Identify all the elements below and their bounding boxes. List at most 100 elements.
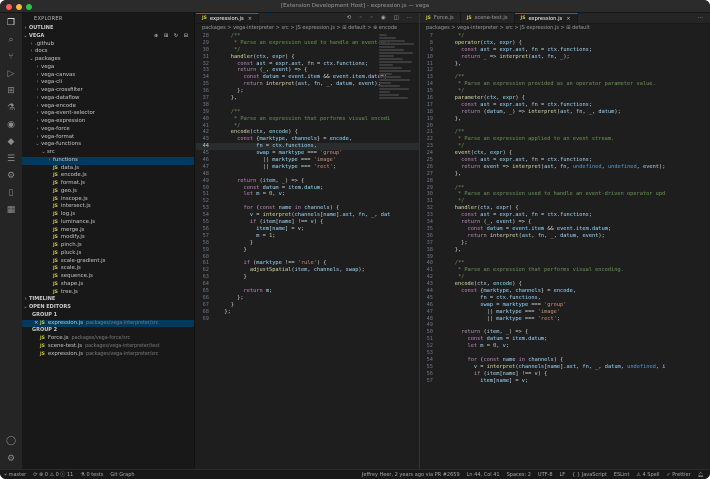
language-mode[interactable]: { } JavaScript <box>572 472 607 478</box>
line-text: parameter(ctx, expr) { <box>454 95 525 102</box>
code-view-right[interactable]: 7 */8 operator(ctx, expr) {9 const ast =… <box>420 33 710 384</box>
line-number: 29 <box>426 184 433 191</box>
problems-indicator[interactable]: ⟳ ⊗ 0 ⚠ 0 ⓘ 11 <box>33 471 73 478</box>
tree-item[interactable]: JS scale.js <box>22 265 194 273</box>
eol-status[interactable]: LF <box>560 472 566 478</box>
minimize-window-button[interactable] <box>16 3 22 10</box>
line-number: 8 <box>429 39 433 46</box>
code-line: 14 * Parse an expression provided as an … <box>420 81 710 88</box>
tab-Force-js[interactable]: JS Force.js <box>420 13 461 23</box>
tree-item[interactable]: › vega-expression <box>22 118 194 126</box>
account-icon[interactable]: ◯ <box>5 435 17 447</box>
open-editor-name: expression.js <box>47 319 84 326</box>
search-icon[interactable]: ⌕ <box>5 34 17 46</box>
tree-item[interactable]: › functions <box>22 156 194 165</box>
tests-indicator[interactable]: ⚗ 0 tests <box>80 472 103 478</box>
tree-item[interactable]: JS pinch.js <box>22 242 194 250</box>
spell-status[interactable]: ⚠ 4 Spell <box>636 472 659 478</box>
tab-label: scene-test.js <box>474 15 508 21</box>
tree-item[interactable]: ⌄ vega-functions <box>22 141 194 149</box>
panels-icon[interactable]: ▦ <box>5 204 17 216</box>
minimap-line <box>379 55 394 57</box>
database-icon[interactable]: ☰ <box>5 153 17 165</box>
tree-item[interactable]: JS inscope.js <box>22 196 194 204</box>
tree-item[interactable]: › vega-cli <box>22 79 194 87</box>
close-tab-icon[interactable]: × <box>566 16 570 22</box>
open-editor-item[interactable]: JS scene-test.js packages/vega-interpreter… <box>22 343 194 351</box>
code-line: 18 return (datum, _) => interpret(ast, f… <box>420 109 710 116</box>
explorer-actions[interactable]: ⊕ ⊞ ↻ ⊟ <box>154 33 190 41</box>
line-text: encode(ctx, encode) { <box>454 281 522 288</box>
minimap-line <box>379 94 399 96</box>
prettier-status[interactable]: ✓ Prettier <box>666 472 690 478</box>
settings-gear-icon[interactable]: ⚙ <box>5 453 17 465</box>
tree-item-label: .github <box>35 40 55 47</box>
docker-icon[interactable]: ◆ <box>5 136 17 148</box>
tree-item[interactable]: ⌄ src <box>22 149 194 157</box>
tab-expression-js[interactable]: JS expression.js × <box>514 13 578 23</box>
zoom-window-button[interactable] <box>26 3 32 10</box>
tree-item[interactable]: JS luminance.js <box>22 219 194 227</box>
open-editors-section[interactable]: ⌄ OPEN EDITORS <box>22 304 194 312</box>
tree-item[interactable]: JS shape.js <box>22 281 194 289</box>
tree-item[interactable]: › vega-force <box>22 126 194 134</box>
minimap-left[interactable] <box>379 33 419 469</box>
indentation-status[interactable]: Spaces: 2 <box>507 472 531 478</box>
run-debug-icon[interactable]: ▷ <box>5 68 17 80</box>
breadcrumb-left[interactable]: packages > vega-interpreter > src > JS e… <box>196 24 419 33</box>
tree-item[interactable]: JS intersect.js <box>22 203 194 211</box>
notifications-bell-icon[interactable]: 🔔︎ <box>698 472 704 478</box>
extensions-icon[interactable]: ⊞ <box>5 85 17 97</box>
breadcrumb-right[interactable]: packages > vega-interpreter > src > JS e… <box>420 24 710 33</box>
branch-indicator[interactable]: ⑂ master <box>4 472 26 478</box>
tab-expression-js-left[interactable]: JS expression.js × <box>196 13 260 23</box>
git-graph-icon[interactable]: ◉ <box>5 119 17 131</box>
tree-item[interactable]: JS tree.js <box>22 289 194 297</box>
close-tab-icon[interactable]: × <box>248 16 252 22</box>
line-number: 24 <box>426 150 433 157</box>
cursor-position[interactable]: Ln 44, Col 41 <box>467 472 500 478</box>
git-blame-status[interactable]: Jeffrey Heer, 2 years ago via PR #2659 <box>362 472 460 478</box>
timeline-section[interactable]: › TIMELINE <box>22 296 194 304</box>
tab-scene-test-js[interactable]: JS scene-test.js <box>461 13 515 23</box>
tree-item[interactable]: JS data.js <box>22 165 194 173</box>
tree-item[interactable]: › vega-crossfilter <box>22 87 194 95</box>
bookmark-icon[interactable]: ▯ <box>5 187 17 199</box>
tree-item[interactable]: JS merge.js <box>22 227 194 235</box>
tree-item[interactable]: › .github <box>22 41 194 49</box>
tree-item[interactable]: JS geo.js <box>22 188 194 196</box>
tree-item[interactable]: › vega-dataflow <box>22 95 194 103</box>
explorer-icon[interactable]: ❐ <box>5 17 17 29</box>
tree-item[interactable]: JS sequence.js <box>22 273 194 281</box>
tree-item[interactable]: JS format.js <box>22 180 194 188</box>
git-graph-status[interactable]: Git Graph <box>110 472 134 478</box>
testing-icon[interactable]: ⚗ <box>5 102 17 114</box>
tree-item[interactable]: › docs <box>22 48 194 56</box>
open-editor-item[interactable]: JS expression.js packages/vega-interpreter… <box>22 351 194 359</box>
encoding-status[interactable]: UTF-8 <box>538 472 553 478</box>
tree-item[interactable]: › vega <box>22 64 194 72</box>
tree-item-label: intersect.js <box>60 203 91 210</box>
tree-item[interactable]: › vega-encode <box>22 103 194 111</box>
editor-actions-right[interactable]: ⋯ <box>698 15 707 21</box>
open-editor-item[interactable]: × JS expression.js packages/vega-interprete… <box>22 319 194 328</box>
close-window-button[interactable] <box>6 3 12 10</box>
tree-item[interactable]: JS pluck.js <box>22 250 194 258</box>
tree-item[interactable]: ⌄ packages <box>22 56 194 64</box>
tree-item-label: geo.js <box>60 187 77 194</box>
remote-icon[interactable]: ⚙ <box>5 170 17 182</box>
tree-item[interactable]: › vega-event-selector <box>22 110 194 118</box>
tree-item[interactable]: JS encode.js <box>22 172 194 180</box>
eslint-status[interactable]: ESLint <box>614 472 630 478</box>
tree-item[interactable]: JS scale-gradient.js <box>22 258 194 266</box>
tree-item[interactable]: › vega-format <box>22 134 194 142</box>
line-text: return (item, _) => { <box>461 329 529 336</box>
tree-item[interactable]: JS modify.js <box>22 234 194 242</box>
open-editor-item[interactable]: JS Force.js packages/vega-force/src <box>22 335 194 343</box>
workspace-root[interactable]: ⌄ VEGA ⊕ ⊞ ↻ ⊟ <box>22 33 194 41</box>
tree-item[interactable]: › vega-canvas <box>22 72 194 80</box>
tree-item[interactable]: JS log.js <box>22 211 194 219</box>
source-control-icon[interactable]: ⑂ <box>5 51 17 63</box>
outline-section[interactable]: › OUTLINE <box>22 25 194 33</box>
editor-actions-left[interactable]: ⟲ ◦ ◦ ◉ ◫ ⋯ <box>347 15 415 21</box>
